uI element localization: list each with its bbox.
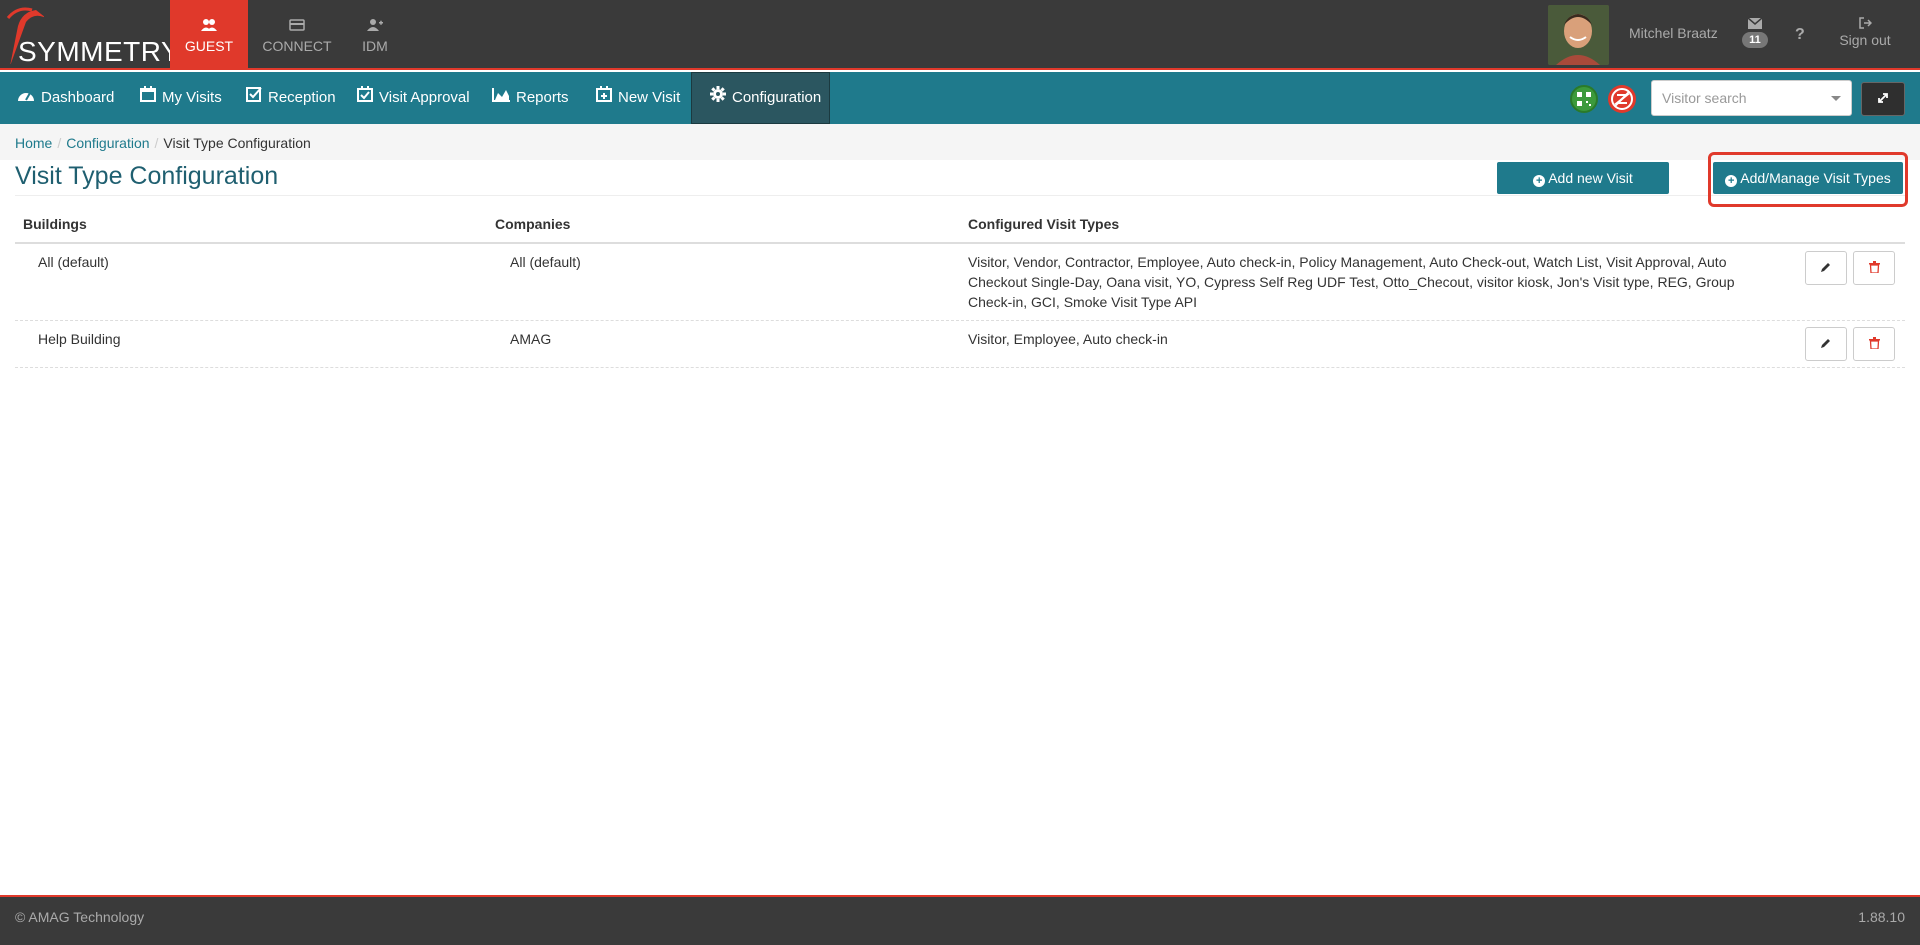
edit-button[interactable]	[1805, 251, 1847, 285]
visit-types-line: Visitor, Vendor, Contractor, Employee, A…	[968, 254, 1727, 270]
visitor-search-placeholder: Visitor search	[1662, 90, 1747, 106]
nav-label: Visit Approval	[379, 89, 470, 106]
fullscreen-button[interactable]	[1861, 82, 1905, 116]
delete-button[interactable]	[1853, 327, 1895, 361]
module-connect[interactable]: CONNECT	[258, 0, 336, 70]
edit-button[interactable]	[1805, 327, 1847, 361]
check-square-icon	[246, 72, 262, 124]
add-manage-visit-types-label: Add/Manage Visit Types	[1740, 170, 1891, 186]
symmetry-logo[interactable]: SYMMETRY™	[0, 0, 188, 70]
module-guest[interactable]: GUEST	[170, 0, 248, 70]
users-icon	[170, 18, 248, 34]
calendar-icon	[140, 72, 156, 124]
module-label: CONNECT	[262, 38, 332, 54]
nav-visit-approval[interactable]: Visit Approval	[357, 72, 470, 124]
pencil-icon	[1820, 336, 1832, 352]
add-manage-visit-types-button[interactable]: + Add/Manage Visit Types	[1713, 162, 1903, 194]
expand-icon	[1877, 91, 1889, 107]
envelope-icon	[1740, 16, 1770, 30]
module-idm[interactable]: IDM	[336, 0, 414, 70]
page-title: Visit Type Configuration	[15, 162, 279, 190]
module-label: GUEST	[184, 38, 234, 54]
company-cell: All (default)	[510, 254, 581, 270]
breadcrumb-current: Visit Type Configuration	[163, 135, 311, 151]
trash-icon	[1868, 336, 1880, 352]
nav-label: New Visit	[618, 89, 681, 106]
badge-printer-status-icon[interactable]	[1608, 85, 1636, 113]
main-nav: Dashboard My Visits Reception Visit Appr…	[0, 72, 1920, 124]
nav-label: Reports	[516, 89, 569, 106]
breadcrumb: Home / Configuration / Visit Type Configurat…	[0, 124, 1920, 160]
area-chart-icon	[492, 72, 510, 124]
top-header: SYMMETRY™ GUEST CONNECT IDM Mitchel Braa…	[0, 0, 1920, 70]
help-icon[interactable]: ?	[1795, 26, 1805, 44]
nav-reports[interactable]: Reports	[492, 72, 569, 124]
visit-types-cell: Visitor, Employee, Auto check-in	[968, 329, 1788, 349]
nav-label: Reception	[268, 89, 336, 106]
table-row: All (default) All (default) Visitor, Ven…	[15, 244, 1905, 320]
add-visit-configuration-label: Add new Visit Configuration	[1541, 170, 1633, 218]
column-header-companies: Companies	[495, 216, 571, 232]
breadcrumb-separator: /	[57, 135, 62, 151]
gear-icon	[710, 72, 726, 124]
chevron-down-icon	[1831, 96, 1841, 101]
pencil-icon	[1820, 260, 1832, 276]
add-visit-configuration-button[interactable]: + Add new Visit Configuration	[1497, 162, 1669, 218]
building-cell: All (default)	[38, 254, 109, 270]
delete-button[interactable]	[1853, 251, 1895, 285]
plus-circle-icon: +	[1725, 175, 1738, 187]
logo-text: SYMMETRY™	[18, 36, 188, 67]
nav-label: My Visits	[162, 89, 222, 106]
card-icon	[258, 18, 336, 34]
visit-types-cell: Visitor, Vendor, Contractor, Employee, A…	[968, 252, 1788, 312]
messages-count-badge: 11	[1742, 32, 1768, 48]
visitor-search-select[interactable]: Visitor search	[1651, 80, 1852, 116]
column-header-configured-visit-types: Configured Visit Types	[968, 216, 1120, 232]
messages-button[interactable]: 11	[1740, 16, 1770, 48]
nav-label: Dashboard	[41, 89, 115, 106]
sign-out-label: Sign out	[1839, 32, 1891, 48]
nav-dashboard[interactable]: Dashboard	[17, 72, 114, 124]
table-row: Help Building AMAG Visitor, Employee, Au…	[15, 321, 1905, 367]
footer: © AMAG Technology 1.88.10	[0, 895, 1920, 945]
sign-out-button[interactable]: Sign out	[1832, 16, 1898, 48]
nav-my-visits[interactable]: My Visits	[140, 72, 222, 124]
copyright-text: © AMAG Technology	[15, 909, 145, 925]
nav-new-visit[interactable]: New Visit	[596, 72, 680, 124]
module-label: IDM	[362, 38, 388, 54]
nav-label: Configuration	[732, 89, 822, 106]
version-text: 1.88.10	[1858, 909, 1905, 925]
breadcrumb-separator: /	[154, 135, 159, 151]
user-name[interactable]: Mitchel Braatz	[1629, 25, 1718, 41]
building-cell: Help Building	[38, 331, 121, 347]
user-plus-icon	[336, 18, 414, 34]
qr-status-icon[interactable]	[1570, 85, 1598, 113]
visit-types-line: Checkout Single-Day, Oana visit, YO, Cyp…	[968, 274, 1735, 290]
company-cell: AMAG	[510, 331, 552, 347]
trash-icon	[1868, 260, 1880, 276]
dashboard-icon	[17, 72, 35, 124]
visit-types-line: Check-in, GCI, Smoke Visit Type API	[968, 294, 1198, 310]
calendar-check-icon	[357, 72, 373, 124]
calendar-plus-icon	[596, 72, 612, 124]
visit-types-line: Visitor, Employee, Auto check-in	[968, 331, 1168, 347]
row-divider	[15, 367, 1905, 368]
avatar[interactable]	[1548, 5, 1609, 65]
breadcrumb-configuration[interactable]: Configuration	[66, 135, 149, 151]
nav-configuration[interactable]: Configuration	[691, 72, 830, 124]
column-header-buildings: Buildings	[23, 216, 87, 232]
sign-out-icon	[1832, 16, 1898, 32]
plus-circle-icon: +	[1533, 175, 1546, 187]
nav-reception[interactable]: Reception	[246, 72, 336, 124]
breadcrumb-home[interactable]: Home	[15, 135, 52, 151]
